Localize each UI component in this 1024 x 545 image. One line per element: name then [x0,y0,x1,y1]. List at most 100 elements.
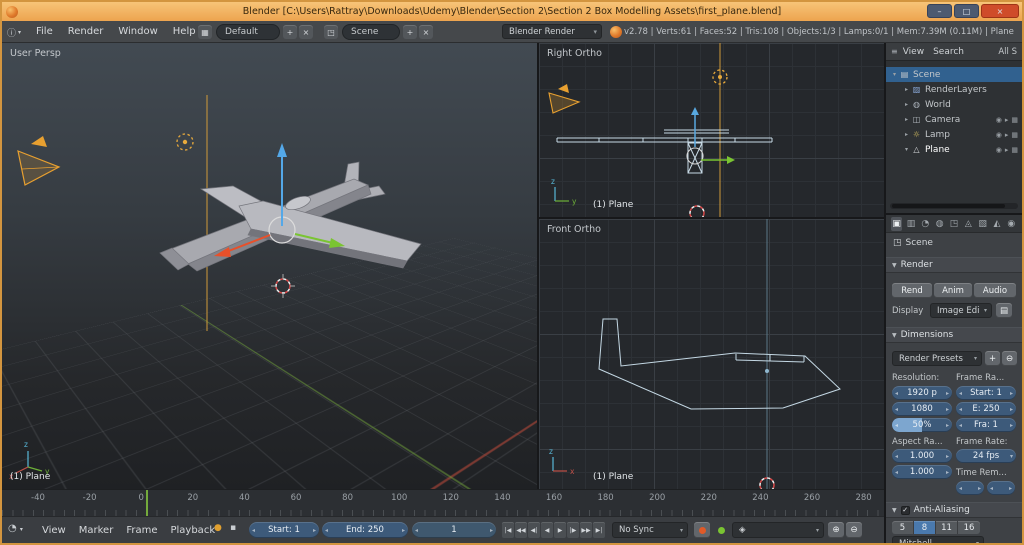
fast-forward-button[interactable]: ▶▶ [580,522,592,538]
display-options-button[interactable]: ▤ [996,303,1012,318]
menu-render[interactable]: Render [68,26,104,37]
aa-samples-11-button[interactable]: 11 [936,521,958,534]
airplane-wireframe[interactable] [557,130,772,173]
animation-button[interactable]: Anim [934,283,972,298]
tab-world[interactable]: ◍ [934,217,945,231]
start-frame-field[interactable]: Start: 1 [249,522,319,538]
menu-window[interactable]: Window [118,26,157,37]
renderable-camera-icon[interactable]: ▦ [1011,131,1018,139]
expand-icon[interactable]: ▸ [902,101,911,108]
resolution-percentage-slider[interactable]: 50% [892,418,952,432]
play-button[interactable]: ▶ [554,522,566,538]
outliner-item-world[interactable]: ▸◍World [886,97,1022,112]
frame-rate-select[interactable]: 24 fps [956,449,1016,463]
tab-material[interactable]: ◉ [1006,217,1017,231]
prev-keyframe-button[interactable]: ◀| [528,522,540,538]
aa-samples-5-button[interactable]: 5 [892,521,914,534]
sync-mode-select[interactable]: No Sync [612,522,688,538]
render-section-header[interactable]: ▼ Render [886,257,1022,273]
tab-render-layers[interactable]: ▥ [905,217,916,231]
aspect-y-field[interactable]: 1.000 [892,465,952,479]
selectable-arrow-icon[interactable]: ▸ [1005,146,1009,154]
airplane-model[interactable] [160,162,421,271]
outliner-item-lamp[interactable]: ▸☼Lamp◉▸▦ [886,127,1022,142]
display-mode-select[interactable]: Image Edi [930,303,992,318]
display-scope-select[interactable]: All S [998,47,1017,57]
add-scene-button[interactable]: + [403,25,417,39]
scene-field[interactable]: Scene [342,24,400,40]
screen-layout-browse-button[interactable]: ▦ [198,25,212,39]
auto-keyframe-button[interactable] [694,522,710,538]
outliner-editor-icon[interactable]: ≡ [891,47,898,56]
audio-button[interactable]: Audio [974,283,1016,298]
end-frame-field[interactable]: End: 250 [322,522,408,538]
minimize-button[interactable]: – [927,4,952,18]
tab-scene[interactable]: ◔ [920,217,931,231]
menu-view[interactable]: View [42,525,66,536]
time-remap-old-field[interactable] [956,481,984,495]
visibility-eye-icon[interactable]: ◉ [996,146,1002,154]
rewind-button[interactable]: ◀◀ [515,522,527,538]
timeline-ruler[interactable]: -40-200204060801001201401601802002202402… [2,489,884,516]
selectable-arrow-icon[interactable]: ▸ [1005,116,1009,124]
frame-end-field[interactable]: E: 250 [956,402,1016,416]
outliner-item-plane[interactable]: ▾△Plane◉▸▦ [886,142,1022,157]
scene-browse-button[interactable]: ◳ [324,25,338,39]
play-reverse-button[interactable]: ◀ [541,522,553,538]
add-layout-button[interactable]: + [283,25,297,39]
expand-icon[interactable]: ▸ [902,131,911,138]
visibility-eye-icon[interactable]: ◉ [996,116,1002,124]
resolution-y-field[interactable]: 1080 [892,402,952,416]
insert-keyframe-button[interactable]: ⊕ [828,522,844,538]
tab-constraints[interactable]: ◬ [963,217,974,231]
resolution-x-field[interactable]: 1920 p [892,386,952,400]
menu-marker[interactable]: Marker [79,525,114,536]
keying-set-select[interactable]: ◈ [732,522,824,538]
menu-frame[interactable]: Frame [126,525,157,536]
viewport-front-ortho[interactable]: Front Ortho (1) Plane z x [539,219,884,489]
outliner-item-camera[interactable]: ▸◫Camera◉▸▦ [886,112,1022,127]
title-bar[interactable]: Blender [C:\Users\Rattray\Downloads\Udem… [2,2,1022,21]
preview-range-toggle[interactable]: ● [214,523,222,533]
anti-aliasing-section-header[interactable]: ▼ ✓ Anti-Aliasing [886,502,1022,518]
time-remap-new-field[interactable] [987,481,1015,495]
remove-preset-button[interactable]: ⊖ [1002,351,1017,366]
close-button[interactable]: × [981,4,1019,18]
3d-cursor[interactable] [690,206,704,217]
3d-cursor[interactable] [271,274,295,298]
aa-samples-8-button[interactable]: 8 [914,521,936,534]
delete-layout-button[interactable]: × [299,25,313,39]
aa-samples-16-button[interactable]: 16 [958,521,980,534]
expand-icon[interactable]: ▾ [902,146,911,153]
tab-object[interactable]: ◳ [948,217,959,231]
lamp-object[interactable] [177,95,207,331]
outliner-item-renderlayers[interactable]: ▸▨RenderLayers [886,82,1022,97]
outliner-item-scene[interactable]: ▾▤Scene [886,67,1022,82]
menu-search[interactable]: Search [933,47,964,57]
menu-playback[interactable]: Playback [170,525,215,536]
renderable-camera-icon[interactable]: ▦ [1011,146,1018,154]
maximize-button[interactable]: □ [954,4,979,18]
menu-file[interactable]: File [36,26,53,37]
scrollbar-thumb[interactable] [892,204,1005,208]
tab-modifiers[interactable]: ▧ [977,217,988,231]
aa-filter-select[interactable]: Mitchell- [892,536,984,543]
timeline-playhead[interactable] [146,490,148,516]
camera-object[interactable] [549,84,579,113]
camera-object[interactable] [18,136,59,185]
tab-render[interactable]: ▣ [891,217,902,231]
selectable-arrow-icon[interactable]: ▸ [1005,131,1009,139]
viewport-right-ortho[interactable]: Right Ortho (1) Plane [539,43,884,217]
menu-help[interactable]: Help [173,26,196,37]
delete-keyframe-button[interactable]: ⊖ [846,522,862,538]
aspect-x-field[interactable]: 1.000 [892,449,952,463]
render-engine-select[interactable]: Blender Render [502,24,602,39]
frame-start-field[interactable]: Start: 1 [956,386,1016,400]
next-keyframe-button[interactable]: |▶ [567,522,579,538]
tab-object-data[interactable]: ◭ [991,217,1002,231]
expand-icon[interactable]: ▸ [902,86,911,93]
add-preset-button[interactable]: + [985,351,1000,366]
anti-aliasing-checkbox[interactable]: ✓ [901,506,910,515]
lock-toggle[interactable]: ▪ [230,523,236,533]
render-presets-select[interactable]: Render Presets [892,351,982,366]
